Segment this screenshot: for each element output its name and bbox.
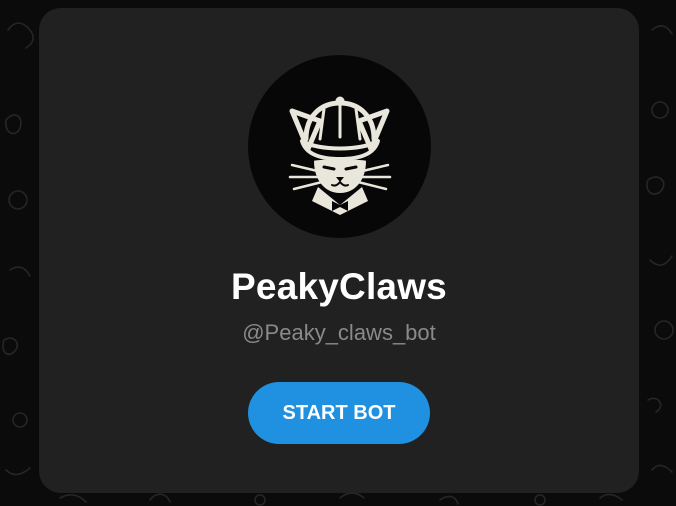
bot-name: PeakyClaws [231, 266, 447, 307]
bot-username: @Peaky_claws_bot [242, 320, 436, 345]
chat-background: PeakyClaws @Peaky_claws_bot START BOT [0, 0, 676, 506]
bot-avatar [248, 55, 431, 238]
bot-info-card: PeakyClaws @Peaky_claws_bot START BOT [39, 8, 639, 493]
start-bot-button[interactable]: START BOT [248, 382, 430, 444]
cat-in-flat-cap-logo-icon [288, 96, 392, 215]
